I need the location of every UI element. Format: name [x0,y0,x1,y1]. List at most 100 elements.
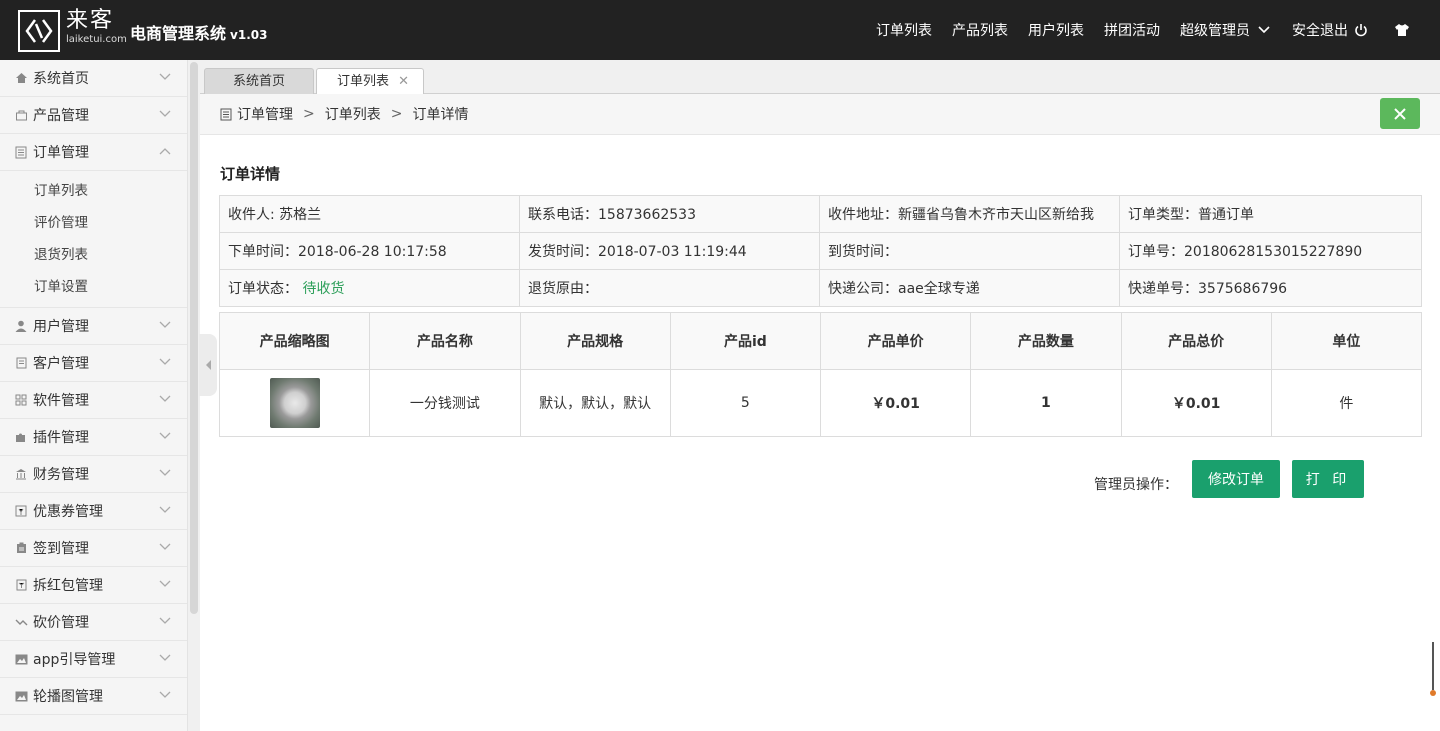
breadcrumb-order-list[interactable]: 订单列表 [325,104,381,124]
sidebar-item-label: 用户管理 [33,319,89,335]
submenu-return-list[interactable]: 退货列表 [0,239,187,271]
column-header: 产品缩略图 [218,312,371,370]
sidebar-item-finance[interactable]: 财务管理 [0,456,187,493]
nav-user-list[interactable]: 用户列表 [1028,20,1084,40]
column-header: 产品总价 [1120,312,1272,370]
recipient-cell: 收件人: 苏格兰 [219,195,520,233]
coupon-icon [14,504,28,518]
sidebar-item-home[interactable]: 系统首页 [0,60,187,97]
chevron-down-icon [159,73,171,80]
logo-icon[interactable] [18,10,60,52]
sidebar-item-label: 拆红包管理 [33,578,103,594]
nav-product-list[interactable]: 产品列表 [952,20,1008,40]
product-table: 产品缩略图 产品名称 产品规格 产品id 产品单价 产品数量 产品总价 单位 一… [218,312,1423,437]
admin-operations: 管理员操作： 修改订单 打 印 [1094,460,1364,498]
sidebar: 系统首页 产品管理 订单管理 订单列表 评价管理 退货列表 订单设置 用户管理 … [0,60,188,731]
thumbnail-cell [218,369,371,437]
chevron-down-icon [159,469,171,476]
sidebar-item-bargain[interactable]: 砍价管理 [0,604,187,641]
user-icon [14,319,28,333]
puzzle-icon [14,430,28,444]
logout-label: 安全退出 [1292,23,1348,39]
breadcrumb-separator: > [303,106,315,122]
orders-submenu: 订单列表 评价管理 退货列表 订单设置 [0,171,187,308]
image-icon [14,689,28,703]
sidebar-item-label: 产品管理 [33,108,89,124]
quantity-cell: 1 [970,369,1122,437]
courier-company-cell: 快递公司：aae全球专递 [819,269,1120,307]
close-icon[interactable]: ✕ [398,69,409,95]
breadcrumb-order-management[interactable]: 订单管理 [237,104,293,124]
list-icon [14,145,28,159]
sidebar-item-customers[interactable]: 客户管理 [0,345,187,382]
document-icon [14,356,28,370]
tab-order-list[interactable]: 订单列表 ✕ [316,68,424,94]
modify-order-button[interactable]: 修改订单 [1192,460,1280,498]
page-scroll-indicator[interactable] [1430,642,1436,698]
sidebar-item-label: 优惠券管理 [33,504,103,520]
submenu-order-settings[interactable]: 订单设置 [0,271,187,303]
nav-order-list[interactable]: 订单列表 [876,20,932,40]
tracking-number-cell: 快递单号：3575686796 [1119,269,1422,307]
total-price-cell: ￥0.01 [1120,369,1272,437]
chevron-down-icon [159,691,171,698]
sidebar-item-label: 财务管理 [33,467,89,483]
return-reason-cell: 退货原由： [519,269,820,307]
order-info-table: 收件人: 苏格兰 联系电话：15873662533 收件地址：新疆省乌鲁木齐市天… [219,195,1422,307]
sidebar-item-app-guide[interactable]: app引导管理 [0,641,187,678]
chevron-up-icon [159,148,171,155]
logout-button[interactable]: 安全退出 [1292,20,1368,40]
sidebar-item-label: 软件管理 [33,393,89,409]
sidebar-item-users[interactable]: 用户管理 [0,308,187,345]
chevron-down-icon [159,110,171,117]
page-title: 订单详情 [220,165,281,183]
print-button[interactable]: 打 印 [1292,460,1364,498]
admin-dropdown[interactable]: 超级管理员 [1180,20,1272,40]
logo-main-text: 来客 [66,8,115,33]
product-thumbnail[interactable] [269,378,320,428]
system-title: 电商管理系统 v1.03 [130,20,267,44]
order-status-label: 订单状态： [228,281,298,297]
column-header: 产品id [669,312,822,370]
tabs-bar: 系统首页 订单列表 ✕ [200,60,1440,94]
bag-icon [14,108,28,122]
table-row: 收件人: 苏格兰 联系电话：15873662533 收件地址：新疆省乌鲁木齐市天… [219,195,1422,233]
ship-time-cell: 发货时间：2018-07-03 11:19:44 [519,232,820,270]
chevron-down-icon [1258,26,1270,34]
sidebar-scrollbar-thumb[interactable] [190,62,198,614]
sidebar-item-software[interactable]: 软件管理 [0,382,187,419]
trend-icon [14,615,28,629]
sidebar-item-coupons[interactable]: 优惠券管理 [0,493,187,530]
sidebar-item-products[interactable]: 产品管理 [0,97,187,134]
column-header: 产品单价 [819,312,972,370]
submenu-order-list[interactable]: 订单列表 [0,175,187,207]
breadcrumb-order-detail: 订单详情 [412,107,469,123]
admin-label: 超级管理员 [1180,23,1250,39]
version-text: v1.03 [230,28,268,42]
tshirt-icon[interactable] [1388,23,1410,37]
chevron-down-icon [159,358,171,365]
chevron-down-icon [159,506,171,513]
table-row: 订单状态： 待收货 退货原由： 快递公司：aae全球专递 快递单号：357568… [219,269,1422,307]
sidebar-item-checkin[interactable]: 签到管理 [0,530,187,567]
list-icon [220,108,232,120]
admin-operations-label: 管理员操作： [1094,477,1178,493]
sidebar-item-red-packet[interactable]: 拆红包管理 [0,567,187,604]
sidebar-item-carousel[interactable]: 轮播图管理 [0,678,187,715]
tab-system-home[interactable]: 系统首页 [204,68,314,94]
product-name-cell: 一分钱测试 [369,369,521,437]
close-page-button[interactable] [1380,98,1420,129]
sidebar-item-plugins[interactable]: 插件管理 [0,419,187,456]
breadcrumb: 订单管理 > 订单列表 > 订单详情 [200,94,1440,135]
nav-group-activity[interactable]: 拼团活动 [1104,20,1160,40]
sidebar-item-orders[interactable]: 订单管理 [0,134,187,171]
sidebar-collapse-toggle[interactable] [199,334,217,396]
chevron-down-icon [159,395,171,402]
clipboard-icon [14,541,28,555]
submenu-review-management[interactable]: 评价管理 [0,207,187,239]
order-time-cell: 下单时间：2018-06-28 10:17:58 [219,232,520,270]
order-number-cell: 订单号：20180628153015227890 [1119,232,1422,270]
order-status-cell: 订单状态： 待收货 [219,269,520,307]
chevron-down-icon [159,617,171,624]
column-header: 产品数量 [970,312,1122,370]
